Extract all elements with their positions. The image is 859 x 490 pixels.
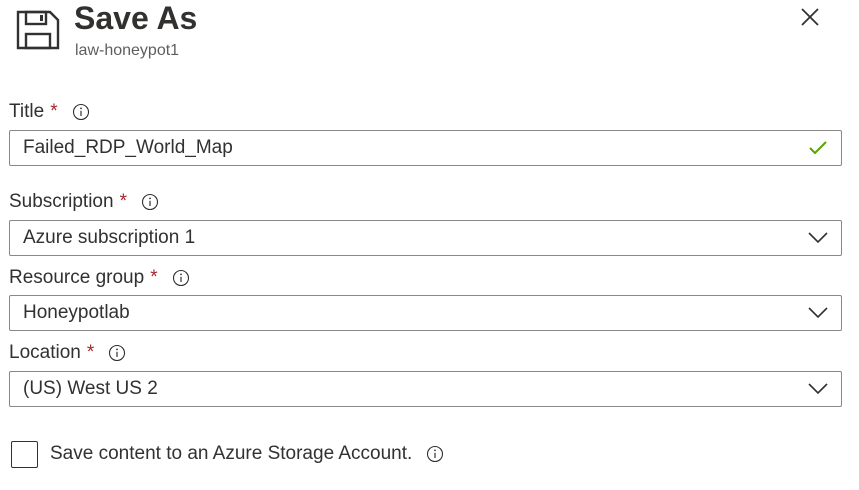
- info-icon[interactable]: [72, 103, 90, 121]
- resource-group-label: Resource group: [9, 267, 145, 288]
- location-value: (US) West US 2: [23, 378, 158, 399]
- panel-title: Save As: [74, 0, 198, 36]
- info-icon[interactable]: [426, 445, 444, 463]
- save-as-panel: Save As law-honeypot1 Title * Failed_RDP…: [0, 0, 859, 490]
- location-label-row: Location *: [9, 341, 126, 365]
- storage-checkbox-row: Save content to an Azure Storage Account…: [50, 442, 444, 466]
- chevron-down-icon: [807, 378, 829, 400]
- title-label-row: Title *: [9, 100, 90, 124]
- panel-subtitle: law-honeypot1: [75, 42, 180, 59]
- chevron-down-icon: [807, 302, 829, 324]
- resource-group-value: Honeypotlab: [23, 302, 130, 323]
- title-input[interactable]: Failed_RDP_World_Map: [9, 130, 842, 166]
- save-icon: [16, 10, 60, 50]
- close-icon: [800, 7, 820, 32]
- subscription-value: Azure subscription 1: [23, 227, 196, 248]
- required-marker: *: [119, 191, 127, 212]
- required-marker: *: [50, 101, 58, 122]
- subscription-label-row: Subscription *: [9, 190, 159, 214]
- storage-checkbox[interactable]: [11, 441, 38, 468]
- location-dropdown[interactable]: (US) West US 2: [9, 371, 842, 407]
- info-icon[interactable]: [141, 193, 159, 211]
- info-icon[interactable]: [108, 344, 126, 362]
- required-marker: *: [150, 267, 158, 288]
- subscription-label: Subscription: [9, 191, 114, 212]
- title-label: Title: [9, 101, 45, 122]
- checkmark-icon: [807, 137, 829, 159]
- resource-group-dropdown[interactable]: Honeypotlab: [9, 295, 842, 331]
- resource-group-label-row: Resource group *: [9, 266, 190, 290]
- storage-checkbox-label[interactable]: Save content to an Azure Storage Account…: [50, 443, 412, 465]
- info-icon[interactable]: [172, 269, 190, 287]
- required-marker: *: [86, 342, 95, 363]
- location-label: Location: [9, 342, 81, 363]
- title-input-value: Failed_RDP_World_Map: [23, 137, 233, 158]
- chevron-down-icon: [807, 227, 829, 249]
- close-button[interactable]: [797, 6, 823, 32]
- subscription-dropdown[interactable]: Azure subscription 1: [9, 220, 842, 256]
